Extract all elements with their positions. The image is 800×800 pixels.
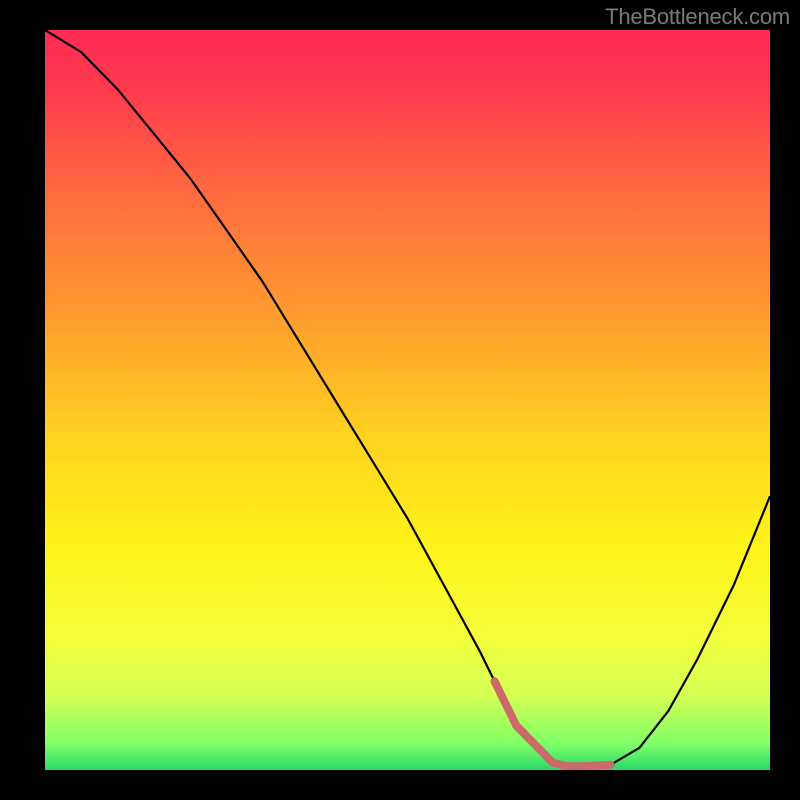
attribution-label: TheBottleneck.com: [605, 4, 790, 30]
chart-container: TheBottleneck.com: [0, 0, 800, 800]
gradient-background: [45, 30, 770, 770]
bottleneck-chart: [0, 0, 800, 800]
